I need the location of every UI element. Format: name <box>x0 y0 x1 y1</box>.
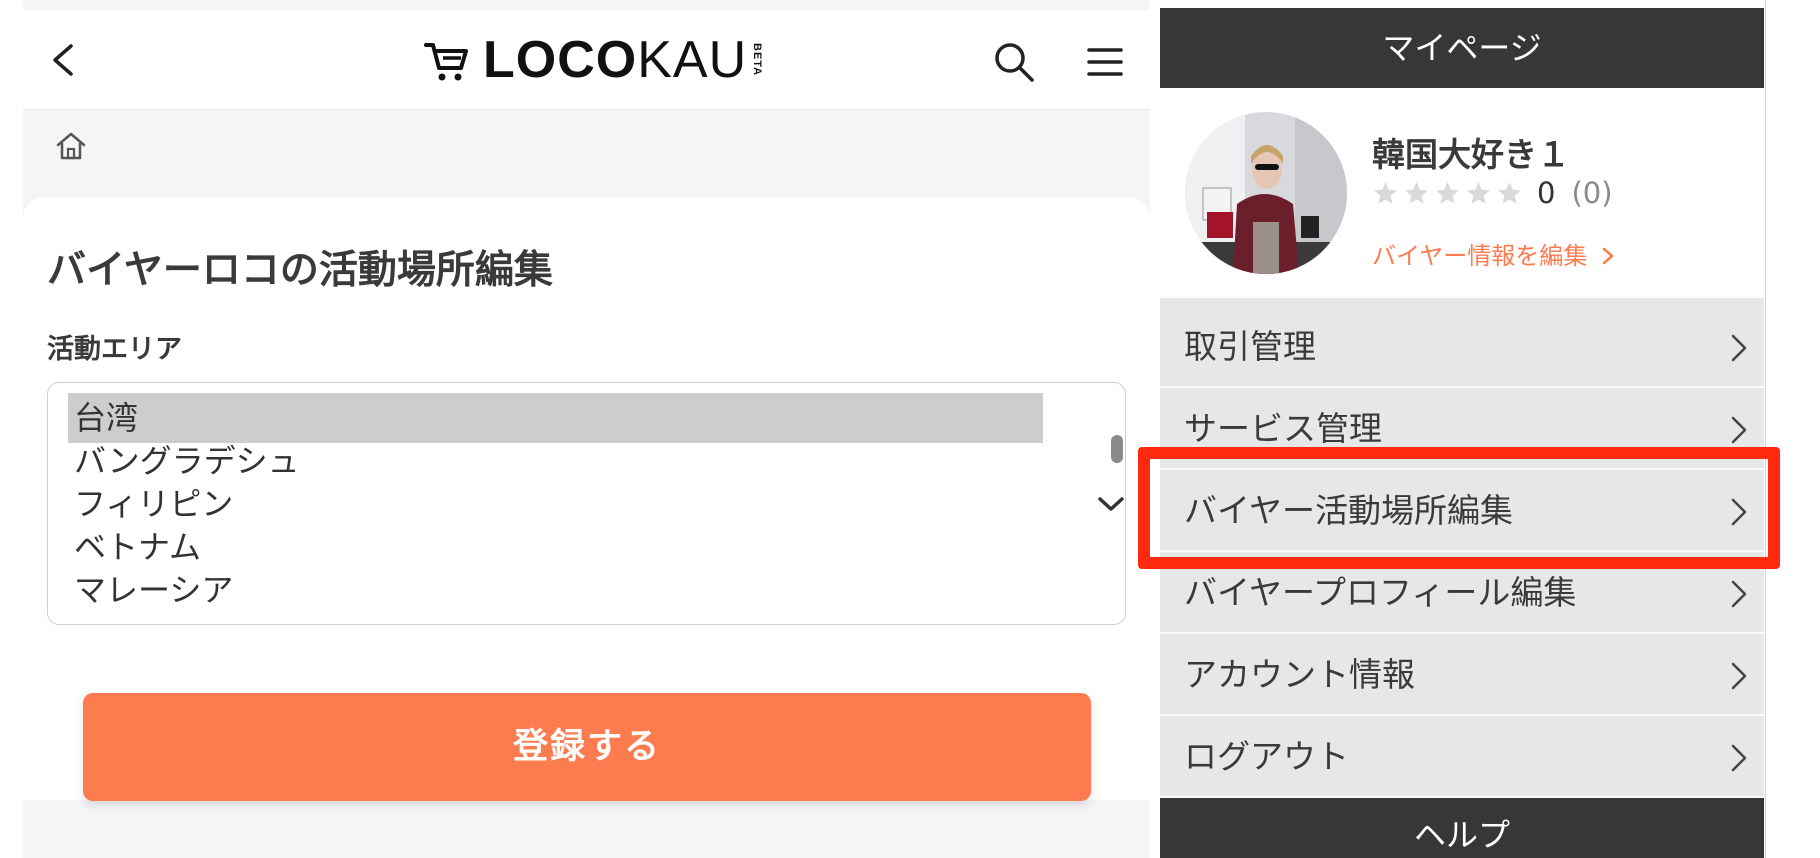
avatar[interactable] <box>1185 112 1347 274</box>
breadcrumb-home[interactable] <box>53 128 89 164</box>
rating-row: 0 (0) <box>1372 176 1613 210</box>
star-icon <box>1374 181 1397 204</box>
mypage-header: マイページ <box>1160 8 1764 88</box>
top-strip <box>23 0 1150 10</box>
menu-button[interactable] <box>1083 40 1127 84</box>
star-icon <box>1498 181 1521 204</box>
sidebar-item-label: アカウント情報 <box>1184 655 1415 694</box>
star-icon <box>1436 181 1459 204</box>
star-icon <box>1467 181 1490 204</box>
star-icon <box>1405 181 1428 204</box>
user-name: 韓国大好き１ <box>1372 135 1570 174</box>
chevron-right-icon <box>1731 334 1747 362</box>
search-button[interactable] <box>990 38 1038 86</box>
edit-card: バイヤーロコの活動場所編集 活動エリア 台湾 バングラデシュ フィリピン ベトナ… <box>23 197 1150 801</box>
window-edge <box>1765 0 1766 858</box>
sidebar-item-transactions[interactable]: 取引管理 <box>1160 306 1764 388</box>
chevron-right-icon <box>1602 247 1614 265</box>
logo-beta-badge: BETA <box>751 43 764 77</box>
mypage-sidebar: マイページ 韓国大好き１ 0 (0) バイヤー情報を編集 取引管理 サービス管理… <box>1160 8 1764 858</box>
site-header: LOCO KAU BETA <box>23 10 1150 110</box>
cart-icon <box>424 43 468 81</box>
chevron-down-icon <box>1098 497 1124 511</box>
option-malaysia[interactable]: マレーシア <box>68 565 1068 615</box>
page-title: バイヤーロコの活動場所編集 <box>47 248 553 293</box>
rating-value: 0 <box>1537 176 1556 210</box>
review-count: (0) <box>1571 176 1613 210</box>
chevron-left-icon <box>53 44 73 76</box>
search-icon <box>995 43 1034 82</box>
sidebar-item-label: 取引管理 <box>1184 327 1316 366</box>
main-page: LOCO KAU BETA バイヤーロコの活動場所編集 活動エリア 台湾 バング… <box>23 0 1150 858</box>
highlight-box <box>1138 447 1780 569</box>
home-icon <box>56 132 86 160</box>
logo-text-light: KAU <box>637 31 748 89</box>
chevron-right-icon <box>1731 580 1747 608</box>
activity-area-listbox[interactable]: 台湾 バングラデシュ フィリピン ベトナム マレーシア <box>47 382 1126 625</box>
chevron-right-icon <box>1731 662 1747 690</box>
sidebar-item-account[interactable]: アカウント情報 <box>1160 634 1764 716</box>
site-logo[interactable]: LOCO KAU BETA <box>423 32 763 88</box>
sidebar-item-logout[interactable]: ログアウト <box>1160 716 1764 798</box>
sidebar-item-label: ログアウト <box>1184 737 1349 776</box>
profile-summary: 韓国大好き１ 0 (0) バイヤー情報を編集 <box>1160 88 1764 298</box>
hamburger-menu-icon <box>1087 48 1123 76</box>
edit-buyer-info-link[interactable]: バイヤー情報を編集 <box>1372 236 1615 271</box>
chevron-right-icon <box>1731 416 1747 444</box>
avatar-photo <box>1185 112 1347 274</box>
register-button[interactable]: 登録する <box>83 693 1091 801</box>
help-header: ヘルプ <box>1160 798 1764 858</box>
edit-buyer-info-label: バイヤー情報を編集 <box>1372 242 1588 270</box>
back-button[interactable] <box>43 38 87 82</box>
chevron-right-icon <box>1731 744 1747 772</box>
activity-area-label: 活動エリア <box>47 334 182 365</box>
listbox-scrollbar[interactable] <box>1111 435 1123 463</box>
logo-text-bold: LOCO <box>483 31 638 89</box>
